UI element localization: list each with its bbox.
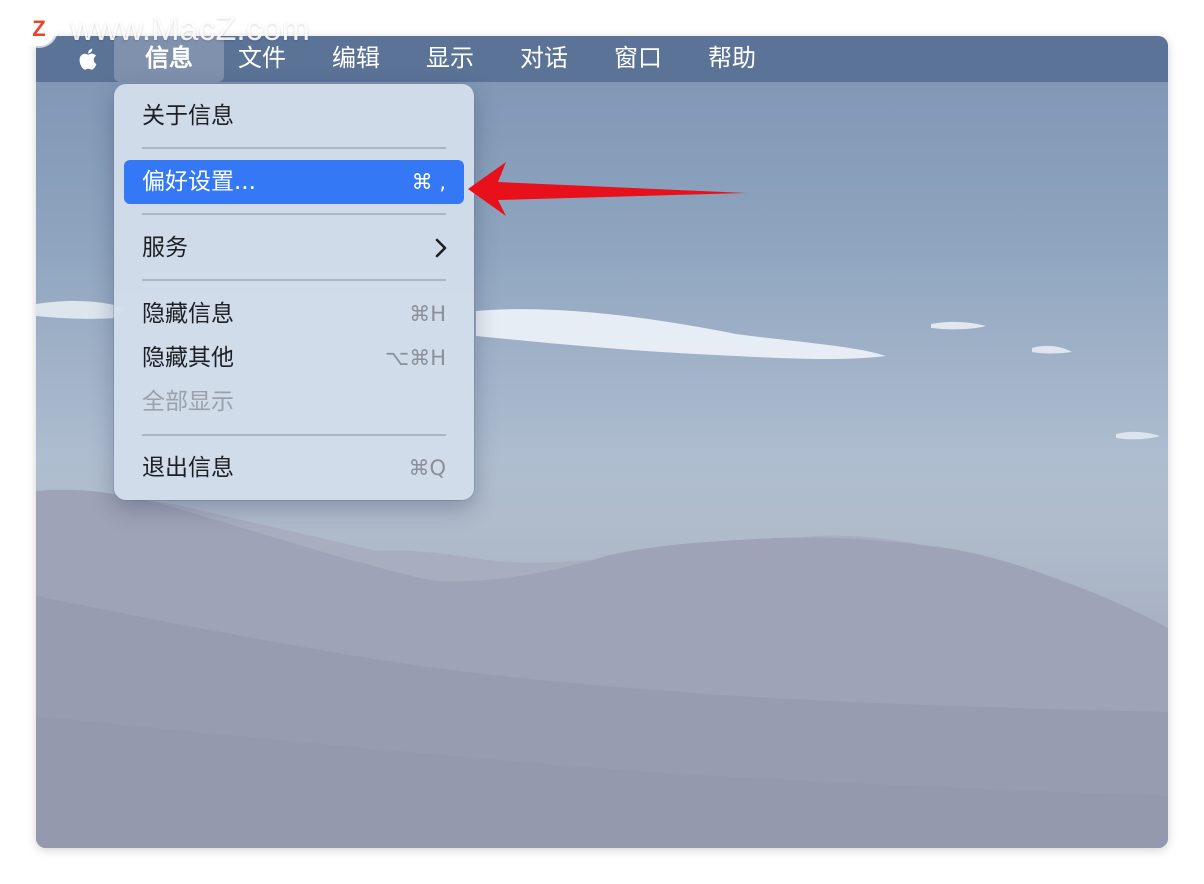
menu-item-shortcut: ⌘Q	[408, 456, 446, 480]
messages-dropdown-menu: 关于信息 偏好设置... ⌘ , 服务 隐藏信息 ⌘H 隐藏其他 ⌥⌘H 全部显…	[114, 84, 474, 500]
menu-item-label: 关于信息	[142, 103, 234, 129]
menu-item-label: 退出信息	[142, 455, 234, 481]
menubar-item-help[interactable]: 帮助	[696, 36, 768, 82]
menu-item-services[interactable]: 服务	[124, 226, 464, 270]
watermark-logo-letter: Z	[32, 16, 46, 41]
watermark-text: www.MacZ.com	[70, 10, 310, 48]
menu-item-label: 隐藏信息	[142, 301, 234, 327]
chevron-right-icon	[435, 238, 447, 258]
menu-item-preferences[interactable]: 偏好设置... ⌘ ,	[124, 160, 464, 204]
menu-item-shortcut: ⌘H	[409, 302, 446, 326]
menu-item-hide-others[interactable]: 隐藏其他 ⌥⌘H	[124, 336, 464, 380]
menu-separator	[142, 213, 446, 215]
menubar-item-edit[interactable]: 编辑	[320, 36, 392, 82]
red-arrow-annotation	[468, 162, 746, 216]
menubar-item-view[interactable]: 显示	[414, 36, 486, 82]
menu-item-shortcut: ⌥⌘H	[385, 346, 446, 370]
menu-item-about[interactable]: 关于信息	[124, 94, 464, 138]
watermark-logo: Z	[22, 12, 56, 46]
menu-item-shortcut: ⌘ ,	[411, 170, 446, 194]
menu-item-hide-messages[interactable]: 隐藏信息 ⌘H	[124, 292, 464, 336]
menu-separator	[142, 434, 446, 436]
menu-item-show-all: 全部显示	[124, 380, 464, 424]
menubar-item-conversation[interactable]: 对话	[508, 36, 580, 82]
menubar-item-window[interactable]: 窗口	[602, 36, 674, 82]
menu-item-quit[interactable]: 退出信息 ⌘Q	[124, 446, 464, 490]
menu-separator	[142, 147, 446, 149]
menu-item-label: 全部显示	[142, 389, 234, 415]
menu-item-label: 服务	[142, 235, 188, 261]
menu-separator	[142, 279, 446, 281]
menu-item-label: 偏好设置...	[142, 169, 256, 195]
menu-item-label: 隐藏其他	[142, 345, 234, 371]
desktop-screen: 信息 文件 编辑 显示 对话 窗口 帮助 关于信息 偏好设置... ⌘ , 服务…	[36, 36, 1168, 848]
